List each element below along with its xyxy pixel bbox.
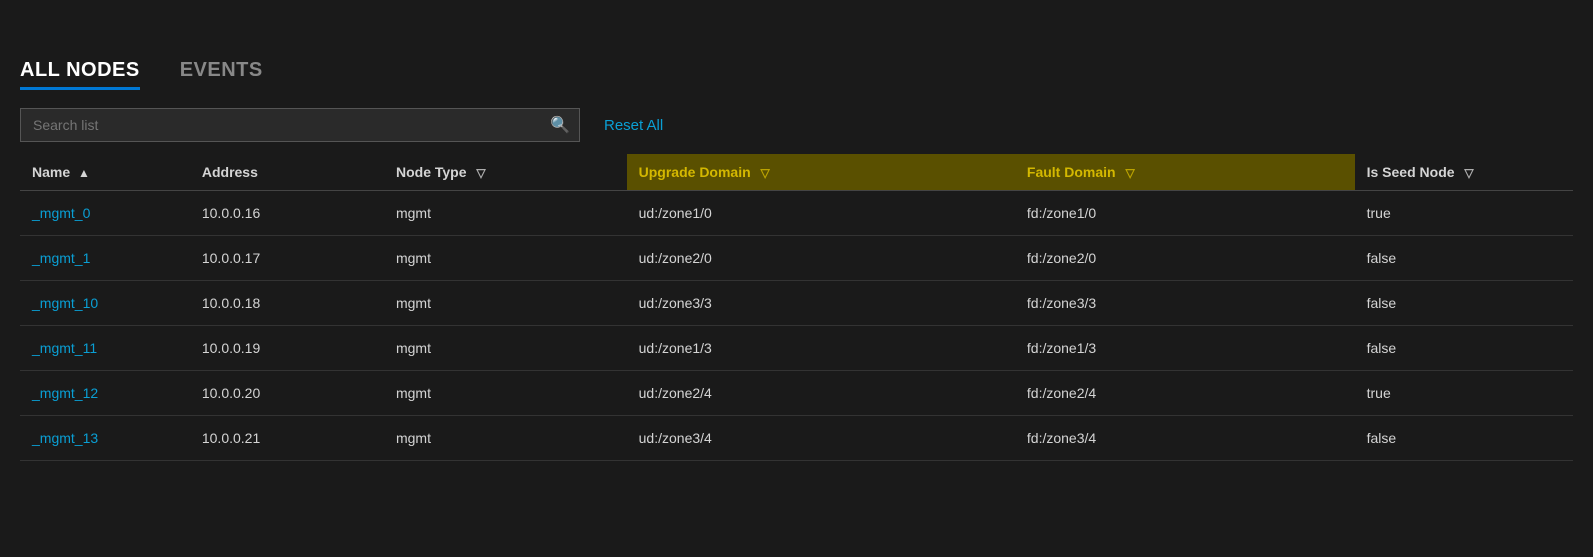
cell-upgrade-domain: ud:/zone3/4 [627, 416, 1015, 461]
cell-address: 10.0.0.17 [190, 236, 384, 281]
cell-node-type: mgmt [384, 191, 627, 236]
cell-node-type: mgmt [384, 371, 627, 416]
reset-all-button[interactable]: Reset All [596, 113, 671, 138]
col-header-upgrade-domain[interactable]: Upgrade Domain ▽ [627, 154, 1015, 191]
cell-fault-domain: fd:/zone1/0 [1015, 191, 1355, 236]
cell-fault-domain: fd:/zone1/3 [1015, 326, 1355, 371]
cell-fault-domain: fd:/zone2/4 [1015, 371, 1355, 416]
tab-events[interactable]: EVENTS [180, 59, 263, 90]
cell-node-type: mgmt [384, 236, 627, 281]
cell-address: 10.0.0.18 [190, 281, 384, 326]
col-header-fault-domain[interactable]: Fault Domain ▽ [1015, 154, 1355, 191]
cell-fault-domain: fd:/zone3/3 [1015, 281, 1355, 326]
tab-all-nodes[interactable]: ALL NODES [20, 59, 140, 90]
cell-upgrade-domain: ud:/zone2/4 [627, 371, 1015, 416]
cell-name[interactable]: _mgmt_0 [20, 191, 190, 236]
filter-upgrade-domain-icon: ▽ [761, 166, 770, 180]
cell-node-type: mgmt [384, 326, 627, 371]
cell-name[interactable]: _mgmt_12 [20, 371, 190, 416]
cell-name[interactable]: _mgmt_13 [20, 416, 190, 461]
cell-is-seed-node: false [1355, 416, 1573, 461]
cell-fault-domain: fd:/zone2/0 [1015, 236, 1355, 281]
table-header-row: Name ▲ Address Node Type ▽ Upgrade Domai… [20, 154, 1573, 191]
cell-upgrade-domain: ud:/zone2/0 [627, 236, 1015, 281]
cell-address: 10.0.0.21 [190, 416, 384, 461]
cell-name[interactable]: _mgmt_11 [20, 326, 190, 371]
cell-address: 10.0.0.16 [190, 191, 384, 236]
table-row: _mgmt_1010.0.0.18mgmtud:/zone3/3fd:/zone… [20, 281, 1573, 326]
cell-upgrade-domain: ud:/zone3/3 [627, 281, 1015, 326]
sort-asc-icon: ▲ [78, 166, 90, 180]
filter-fault-domain-icon: ▽ [1125, 166, 1134, 180]
col-header-address[interactable]: Address [190, 154, 384, 191]
cell-name[interactable]: _mgmt_1 [20, 236, 190, 281]
col-header-is-seed-node[interactable]: Is Seed Node ▽ [1355, 154, 1573, 191]
nodes-table: Name ▲ Address Node Type ▽ Upgrade Domai… [20, 154, 1573, 461]
cell-is-seed-node: true [1355, 371, 1573, 416]
table-row: _mgmt_010.0.0.16mgmtud:/zone1/0fd:/zone1… [20, 191, 1573, 236]
cell-is-seed-node: false [1355, 236, 1573, 281]
cell-is-seed-node: false [1355, 281, 1573, 326]
cell-fault-domain: fd:/zone3/4 [1015, 416, 1355, 461]
table-row: _mgmt_1310.0.0.21mgmtud:/zone3/4fd:/zone… [20, 416, 1573, 461]
search-input[interactable] [20, 108, 580, 142]
cell-is-seed-node: true [1355, 191, 1573, 236]
col-header-node-type[interactable]: Node Type ▽ [384, 154, 627, 191]
cell-address: 10.0.0.19 [190, 326, 384, 371]
cell-upgrade-domain: ud:/zone1/0 [627, 191, 1015, 236]
cell-name[interactable]: _mgmt_10 [20, 281, 190, 326]
search-input-wrapper: 🔍 [20, 108, 580, 142]
cell-is-seed-node: false [1355, 326, 1573, 371]
table-row: _mgmt_1110.0.0.19mgmtud:/zone1/3fd:/zone… [20, 326, 1573, 371]
table-row: _mgmt_110.0.0.17mgmtud:/zone2/0fd:/zone2… [20, 236, 1573, 281]
top-nav: ALL NODES EVENTS [0, 0, 1593, 90]
filter-node-type-icon: ▽ [476, 166, 485, 180]
cell-address: 10.0.0.20 [190, 371, 384, 416]
search-icon: 🔍 [550, 115, 570, 135]
filter-seed-node-icon: ▽ [1464, 166, 1473, 180]
table-row: _mgmt_1210.0.0.20mgmtud:/zone2/4fd:/zone… [20, 371, 1573, 416]
search-bar-row: 🔍 Reset All [0, 90, 1593, 154]
cell-node-type: mgmt [384, 416, 627, 461]
table-container: Name ▲ Address Node Type ▽ Upgrade Domai… [0, 154, 1593, 461]
cell-node-type: mgmt [384, 281, 627, 326]
col-header-name[interactable]: Name ▲ [20, 154, 190, 191]
cell-upgrade-domain: ud:/zone1/3 [627, 326, 1015, 371]
